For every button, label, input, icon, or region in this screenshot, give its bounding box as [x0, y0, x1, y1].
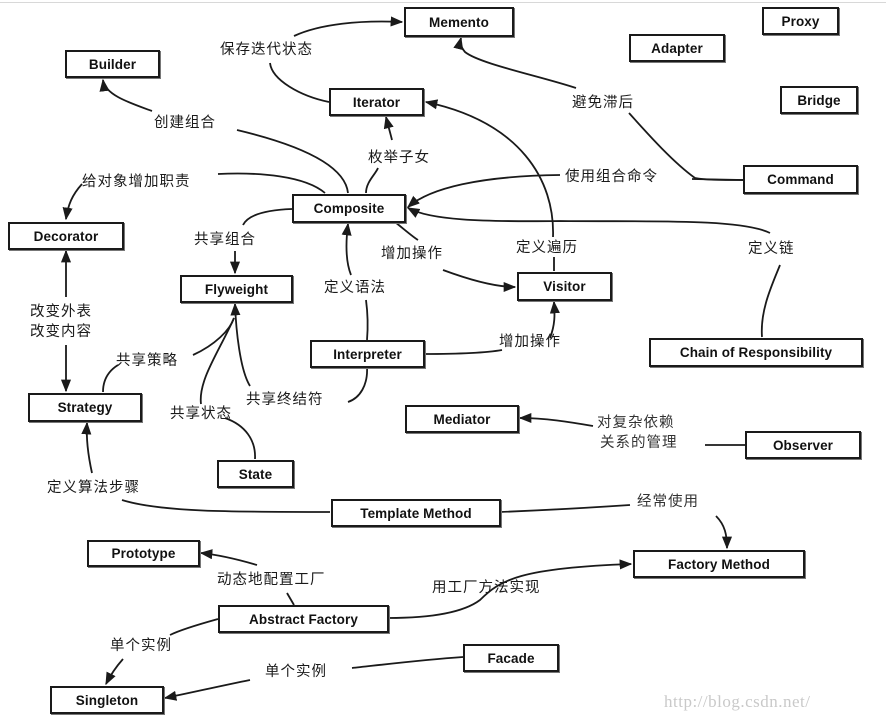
edge-interpreter-visitor-b: [549, 300, 560, 339]
edge-facade-singleton-b: [163, 679, 251, 701]
node-bridge: Bridge: [780, 86, 858, 114]
label-visitor-iterator: 定义遍历: [516, 240, 578, 256]
label-chain-composite: 定义链: [748, 241, 795, 257]
edge-facade-singleton-a: [351, 656, 464, 669]
label-command-memento: 避免滞后: [572, 95, 634, 111]
edge-interpreter-composite-a: [341, 222, 352, 276]
node-factory-method: Factory Method: [633, 550, 805, 578]
edge-abstract-prototype-b: [286, 592, 295, 606]
edge-composite-builder-a: [99, 78, 153, 112]
label-facade-singleton: 单个实例: [265, 664, 327, 680]
edge-command-memento-a: [453, 36, 577, 89]
node-adapter: Adapter: [629, 34, 725, 62]
edge-abstract-singleton-a: [169, 618, 219, 636]
edge-template-factory-a: [499, 504, 631, 513]
label-abstract-factory-factory-method: 用工厂方法实现: [432, 580, 541, 596]
node-facade: Facade: [463, 644, 559, 672]
node-interpreter: Interpreter: [310, 340, 425, 368]
edge-composite-decorator-a: [217, 172, 326, 194]
node-decorator: Decorator: [8, 222, 124, 250]
node-iterator: Iterator: [329, 88, 424, 116]
edge-template-strategy-b: [121, 499, 331, 513]
label-composite-flyweight: 共享组合: [194, 232, 256, 248]
node-visitor: Visitor: [517, 272, 612, 301]
edge-composite-visitor-a: [394, 221, 419, 241]
edge-template-strategy-a: [81, 421, 93, 474]
label-abstract-factory-singleton: 单个实例: [110, 638, 172, 654]
label-interpreter-composite: 定义语法: [324, 280, 386, 296]
node-state: State: [217, 460, 294, 488]
label-strategy-flyweight: 共享策略: [116, 353, 178, 369]
node-chain-of-responsibility: Chain of Responsibility: [649, 338, 863, 367]
edge-iterator-label-1: [269, 62, 330, 103]
label-composite-builder: 创建组合: [154, 115, 216, 131]
edge-interpreter-composite-b: [365, 299, 369, 341]
edge-composite-visitor-b: [442, 269, 517, 293]
label-composite-decorator: 给对象增加职责: [82, 174, 191, 190]
node-proxy: Proxy: [762, 7, 839, 35]
edge-chain-composite-a: [406, 207, 771, 234]
label-state-flyweight: 共享状态: [170, 406, 232, 422]
edge-iterator-memento: [293, 16, 404, 37]
label-interpreter-flyweight: 共享终结符: [246, 392, 324, 408]
edge-observer-mediator-a: [518, 412, 594, 427]
node-template-method: Template Method: [331, 499, 501, 527]
label-decorator-strategy-1: 改变外表: [30, 304, 92, 320]
label-interpreter-visitor: 增加操作: [499, 334, 561, 350]
node-command: Command: [743, 165, 858, 194]
node-flyweight: Flyweight: [180, 275, 293, 303]
label-composite-iterator: 枚举子女: [368, 150, 430, 166]
label-observer-mediator-1: 对复杂依赖: [597, 415, 675, 431]
edge-strategy-flyweight-b: [192, 317, 235, 356]
label-observer-mediator-2: 关系的管理: [600, 435, 678, 451]
edge-flyweight-fan-left: [199, 317, 235, 405]
edge-composite-builder-b: [236, 129, 349, 194]
edge-template-factory-b: [715, 515, 733, 550]
node-prototype: Prototype: [87, 540, 200, 567]
edge-composite-iterator-a: [383, 115, 394, 141]
edge-interpreter-flyweight: [347, 366, 368, 403]
edge-chain-composite-b: [760, 264, 781, 338]
edge-abstract-prototype: [199, 549, 258, 566]
edge-abstract-singleton-b: [105, 658, 124, 686]
label-command-composite: 使用组合命令: [565, 169, 658, 185]
label-composite-visitor: 增加操作: [381, 246, 443, 262]
node-builder: Builder: [65, 50, 160, 78]
node-mediator: Mediator: [405, 405, 519, 433]
node-observer: Observer: [745, 431, 861, 459]
label-template-factory-method: 经常使用: [637, 494, 699, 510]
node-strategy: Strategy: [28, 393, 142, 422]
node-abstract-factory: Abstract Factory: [218, 605, 389, 633]
edge-state-flyweight: [224, 417, 256, 460]
edge-command-composite-a: [407, 174, 561, 208]
label-decorator-strategy-2: 改变内容: [30, 324, 92, 340]
node-singleton: Singleton: [50, 686, 164, 714]
edge-command-composite-b: [691, 178, 744, 181]
label-iterator-memento: 保存迭代状态: [220, 42, 313, 58]
edge-visitor-iterator-a: [424, 99, 554, 238]
edge-composite-decorator-b: [62, 183, 83, 221]
edge-composite-iterator-b: [365, 167, 379, 194]
node-memento: Memento: [404, 7, 514, 37]
edge-interpreter-visitor-a: [423, 349, 503, 355]
edge-composite-flyweight-a: [242, 208, 293, 226]
watermark: http://blog.csdn.net/: [664, 692, 811, 711]
edge-flyweight-fan-right: [230, 302, 251, 387]
label-abstract-factory-prototype: 动态地配置工厂: [217, 572, 326, 588]
node-composite: Composite: [292, 194, 406, 223]
label-template-strategy: 定义算法步骤: [47, 480, 140, 496]
